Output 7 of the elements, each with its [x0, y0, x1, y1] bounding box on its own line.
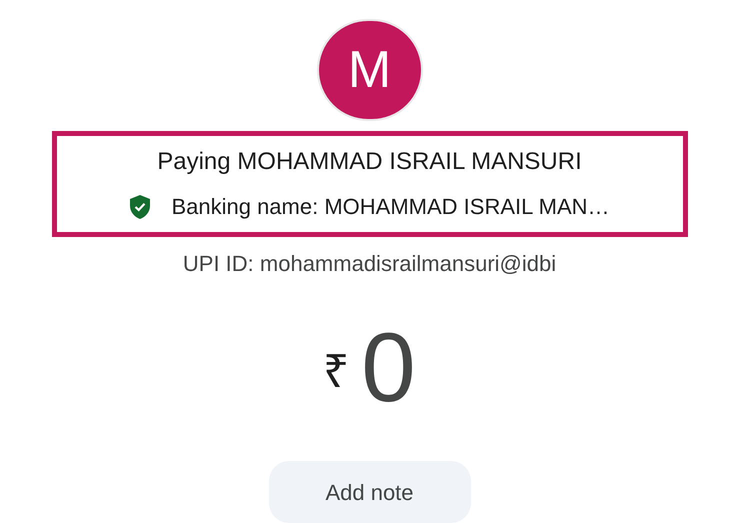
currency-symbol: ₹ — [323, 348, 350, 394]
add-note-button[interactable]: Add note — [268, 461, 470, 523]
amount-field[interactable]: 0 — [361, 318, 416, 416]
avatar: M — [316, 19, 422, 121]
upi-id: UPI ID: mohammadisrailmansuri@idbi — [182, 250, 556, 278]
payee-title: Paying MOHAMMAD ISRAIL MANSURI — [157, 147, 582, 178]
banking-name: Banking name: MOHAMMAD ISRAIL MAN… — [171, 193, 610, 222]
